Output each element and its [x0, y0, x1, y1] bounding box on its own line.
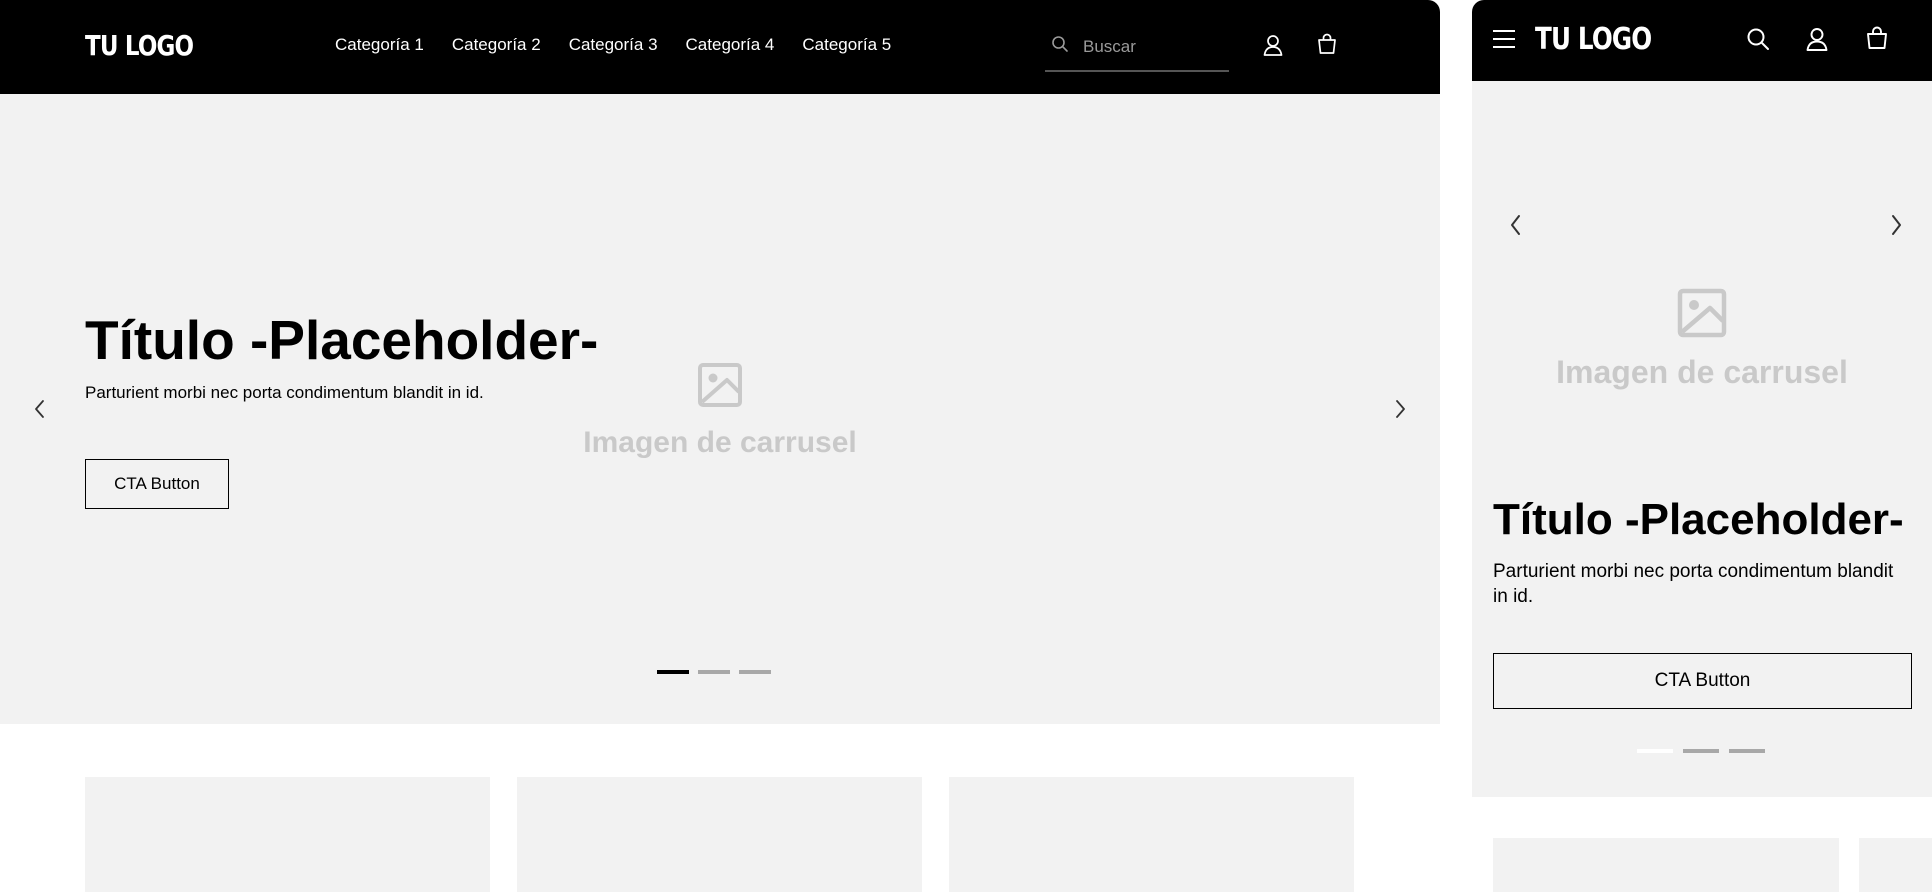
carousel-image-label: Imagen de carrusel — [583, 426, 857, 459]
hamburger-menu-icon[interactable] — [1492, 29, 1516, 54]
cta-button[interactable]: CTA Button — [85, 459, 229, 509]
product-card-placeholder[interactable] — [1859, 838, 1932, 892]
site-logo[interactable]: TU LOGO — [85, 29, 194, 62]
nav-item-categoria-5[interactable]: Categoría 5 — [802, 35, 891, 55]
nav-item-categoria-3[interactable]: Categoría 3 — [569, 35, 658, 55]
chevron-right-icon[interactable] — [1886, 213, 1906, 242]
image-placeholder-icon — [1677, 288, 1727, 343]
carousel-dot-2[interactable] — [698, 670, 730, 674]
main-nav: Categoría 1 Categoría 2 Categoría 3 Cate… — [335, 35, 891, 55]
carousel-dot-3[interactable] — [739, 670, 771, 674]
chevron-left-icon[interactable] — [30, 398, 50, 425]
search-bar — [1045, 26, 1229, 72]
hero-title: Título -Placeholder- — [85, 309, 599, 371]
search-input[interactable] — [1083, 34, 1223, 60]
chevron-right-icon[interactable] — [1390, 398, 1410, 425]
carousel-dot-2[interactable] — [1683, 749, 1719, 753]
hero-title: Título -Placeholder- — [1493, 495, 1904, 544]
shopping-bag-icon[interactable] — [1316, 33, 1338, 60]
hero-carousel: Imagen de carrusel Título -Placeholder- … — [1472, 81, 1932, 797]
chevron-left-icon[interactable] — [1506, 213, 1526, 242]
carousel-dot-1[interactable] — [1637, 749, 1673, 753]
image-placeholder-icon — [697, 362, 743, 413]
product-card-placeholder[interactable] — [949, 777, 1354, 892]
search-icon[interactable] — [1746, 27, 1770, 56]
hero-subtitle: Parturient morbi nec porta condimentum b… — [85, 383, 484, 402]
carousel-dot-1[interactable] — [657, 670, 689, 674]
shopping-bag-icon[interactable] — [1865, 26, 1889, 55]
product-card-placeholder[interactable] — [1493, 838, 1839, 892]
nav-item-categoria-1[interactable]: Categoría 1 — [335, 35, 424, 55]
carousel-dot-3[interactable] — [1729, 749, 1765, 753]
hero-carousel: Imagen de carrusel Título -Placeholder- … — [0, 94, 1440, 724]
site-header: TU LOGO Categoría 1 Categoría 2 Categorí… — [0, 0, 1440, 94]
cta-button[interactable]: CTA Button — [1493, 653, 1912, 709]
user-icon[interactable] — [1805, 27, 1829, 56]
product-card-placeholder[interactable] — [517, 777, 922, 892]
search-icon — [1051, 35, 1069, 58]
site-logo[interactable]: TU LOGO — [1535, 22, 1652, 57]
mobile-view: TU LOGO Imagen de carrusel Título -Place… — [1472, 0, 1932, 892]
carousel-image-label: Imagen de carrusel — [1556, 354, 1848, 390]
product-card-placeholder[interactable] — [85, 777, 490, 892]
hero-subtitle: Parturient morbi nec porta condimentum b… — [1493, 561, 1894, 607]
user-icon[interactable] — [1262, 34, 1284, 61]
carousel-indicators — [1637, 749, 1765, 753]
nav-item-categoria-4[interactable]: Categoría 4 — [686, 35, 775, 55]
desktop-view: TU LOGO Categoría 1 Categoría 2 Categorí… — [0, 0, 1440, 892]
mobile-header: TU LOGO — [1472, 0, 1932, 81]
carousel-indicators — [657, 670, 771, 674]
nav-item-categoria-2[interactable]: Categoría 2 — [452, 35, 541, 55]
